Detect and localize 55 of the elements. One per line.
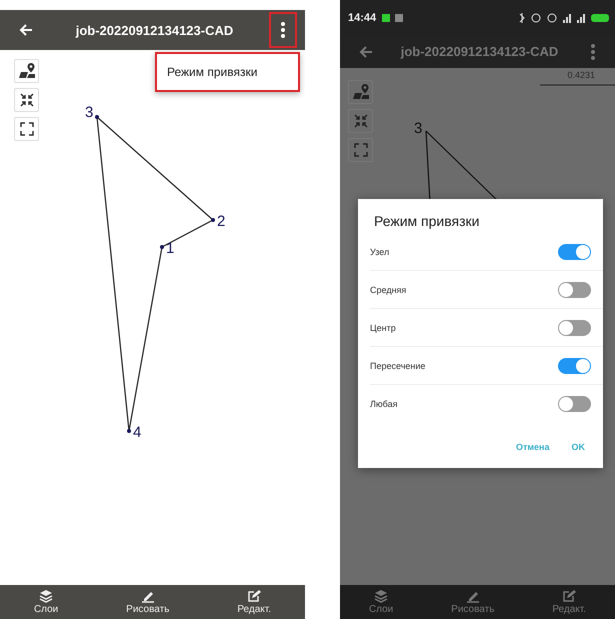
node-label: 1 [166,240,174,257]
option-label: Средняя [370,284,406,294]
node-label: 2 [217,213,226,230]
more-icon [281,22,285,38]
fullscreen-icon [354,143,368,157]
toggle-switch[interactable] [558,244,591,260]
nav-button[interactable]: Слои [28,585,64,619]
nav-button[interactable]: Слои [362,585,400,619]
toggle-switch[interactable] [558,358,591,374]
scale-label: 0.4231 [567,70,595,80]
toggle-switch[interactable] [558,282,591,298]
map-pin-icon [16,61,36,81]
dialog-button[interactable]: OK [568,438,589,456]
nav-button[interactable]: Рисовать [445,585,500,619]
window-title: job-20220912134123-CAD [400,44,560,59]
pencil-icon [466,589,480,603]
node-label: 3 [85,104,94,121]
notification-icons [382,14,404,22]
option-label: Узел [370,246,390,256]
option-label: Пересечение [370,360,426,370]
nav-button[interactable]: Рисовать [120,585,176,619]
map-pin-icon [350,82,370,102]
option-label: Любая [370,398,398,408]
node-point [160,245,164,249]
more-icon [591,44,595,60]
status-time: 14:44 [348,12,376,24]
dialog-title: Режим привязки [373,213,480,231]
bluetooth-icon [518,12,525,22]
fullscreen-icon [20,122,34,136]
toggle-switch[interactable] [558,396,591,412]
node-point [211,218,215,222]
battery-icon [591,14,609,22]
layers-icon [39,589,54,603]
window-title: job-20220912134123-CAD [74,22,234,38]
nav-button[interactable]: Редакт. [231,585,278,619]
option-label: Центр [370,322,396,332]
node-point [127,429,131,433]
pencil-icon [140,589,155,603]
edit-icon [247,589,262,603]
collapse-icon [20,93,34,107]
signal-icon [563,12,571,22]
node-label: 3 [414,120,422,137]
toggle-switch[interactable] [558,320,591,336]
back-arrow-icon [18,22,34,38]
collapse-icon [354,114,368,128]
node-point [95,115,99,119]
back-arrow-icon [358,44,374,60]
nav-button[interactable]: Редакт. [546,585,592,619]
signal-icon [577,12,585,22]
dialog-button[interactable]: Отмена [512,438,554,456]
more-button[interactable] [269,12,297,48]
menu-item[interactable]: Режим привязки [155,56,300,88]
node-label: 4 [133,424,142,441]
edit-icon [562,589,576,603]
layers-icon [374,589,388,603]
